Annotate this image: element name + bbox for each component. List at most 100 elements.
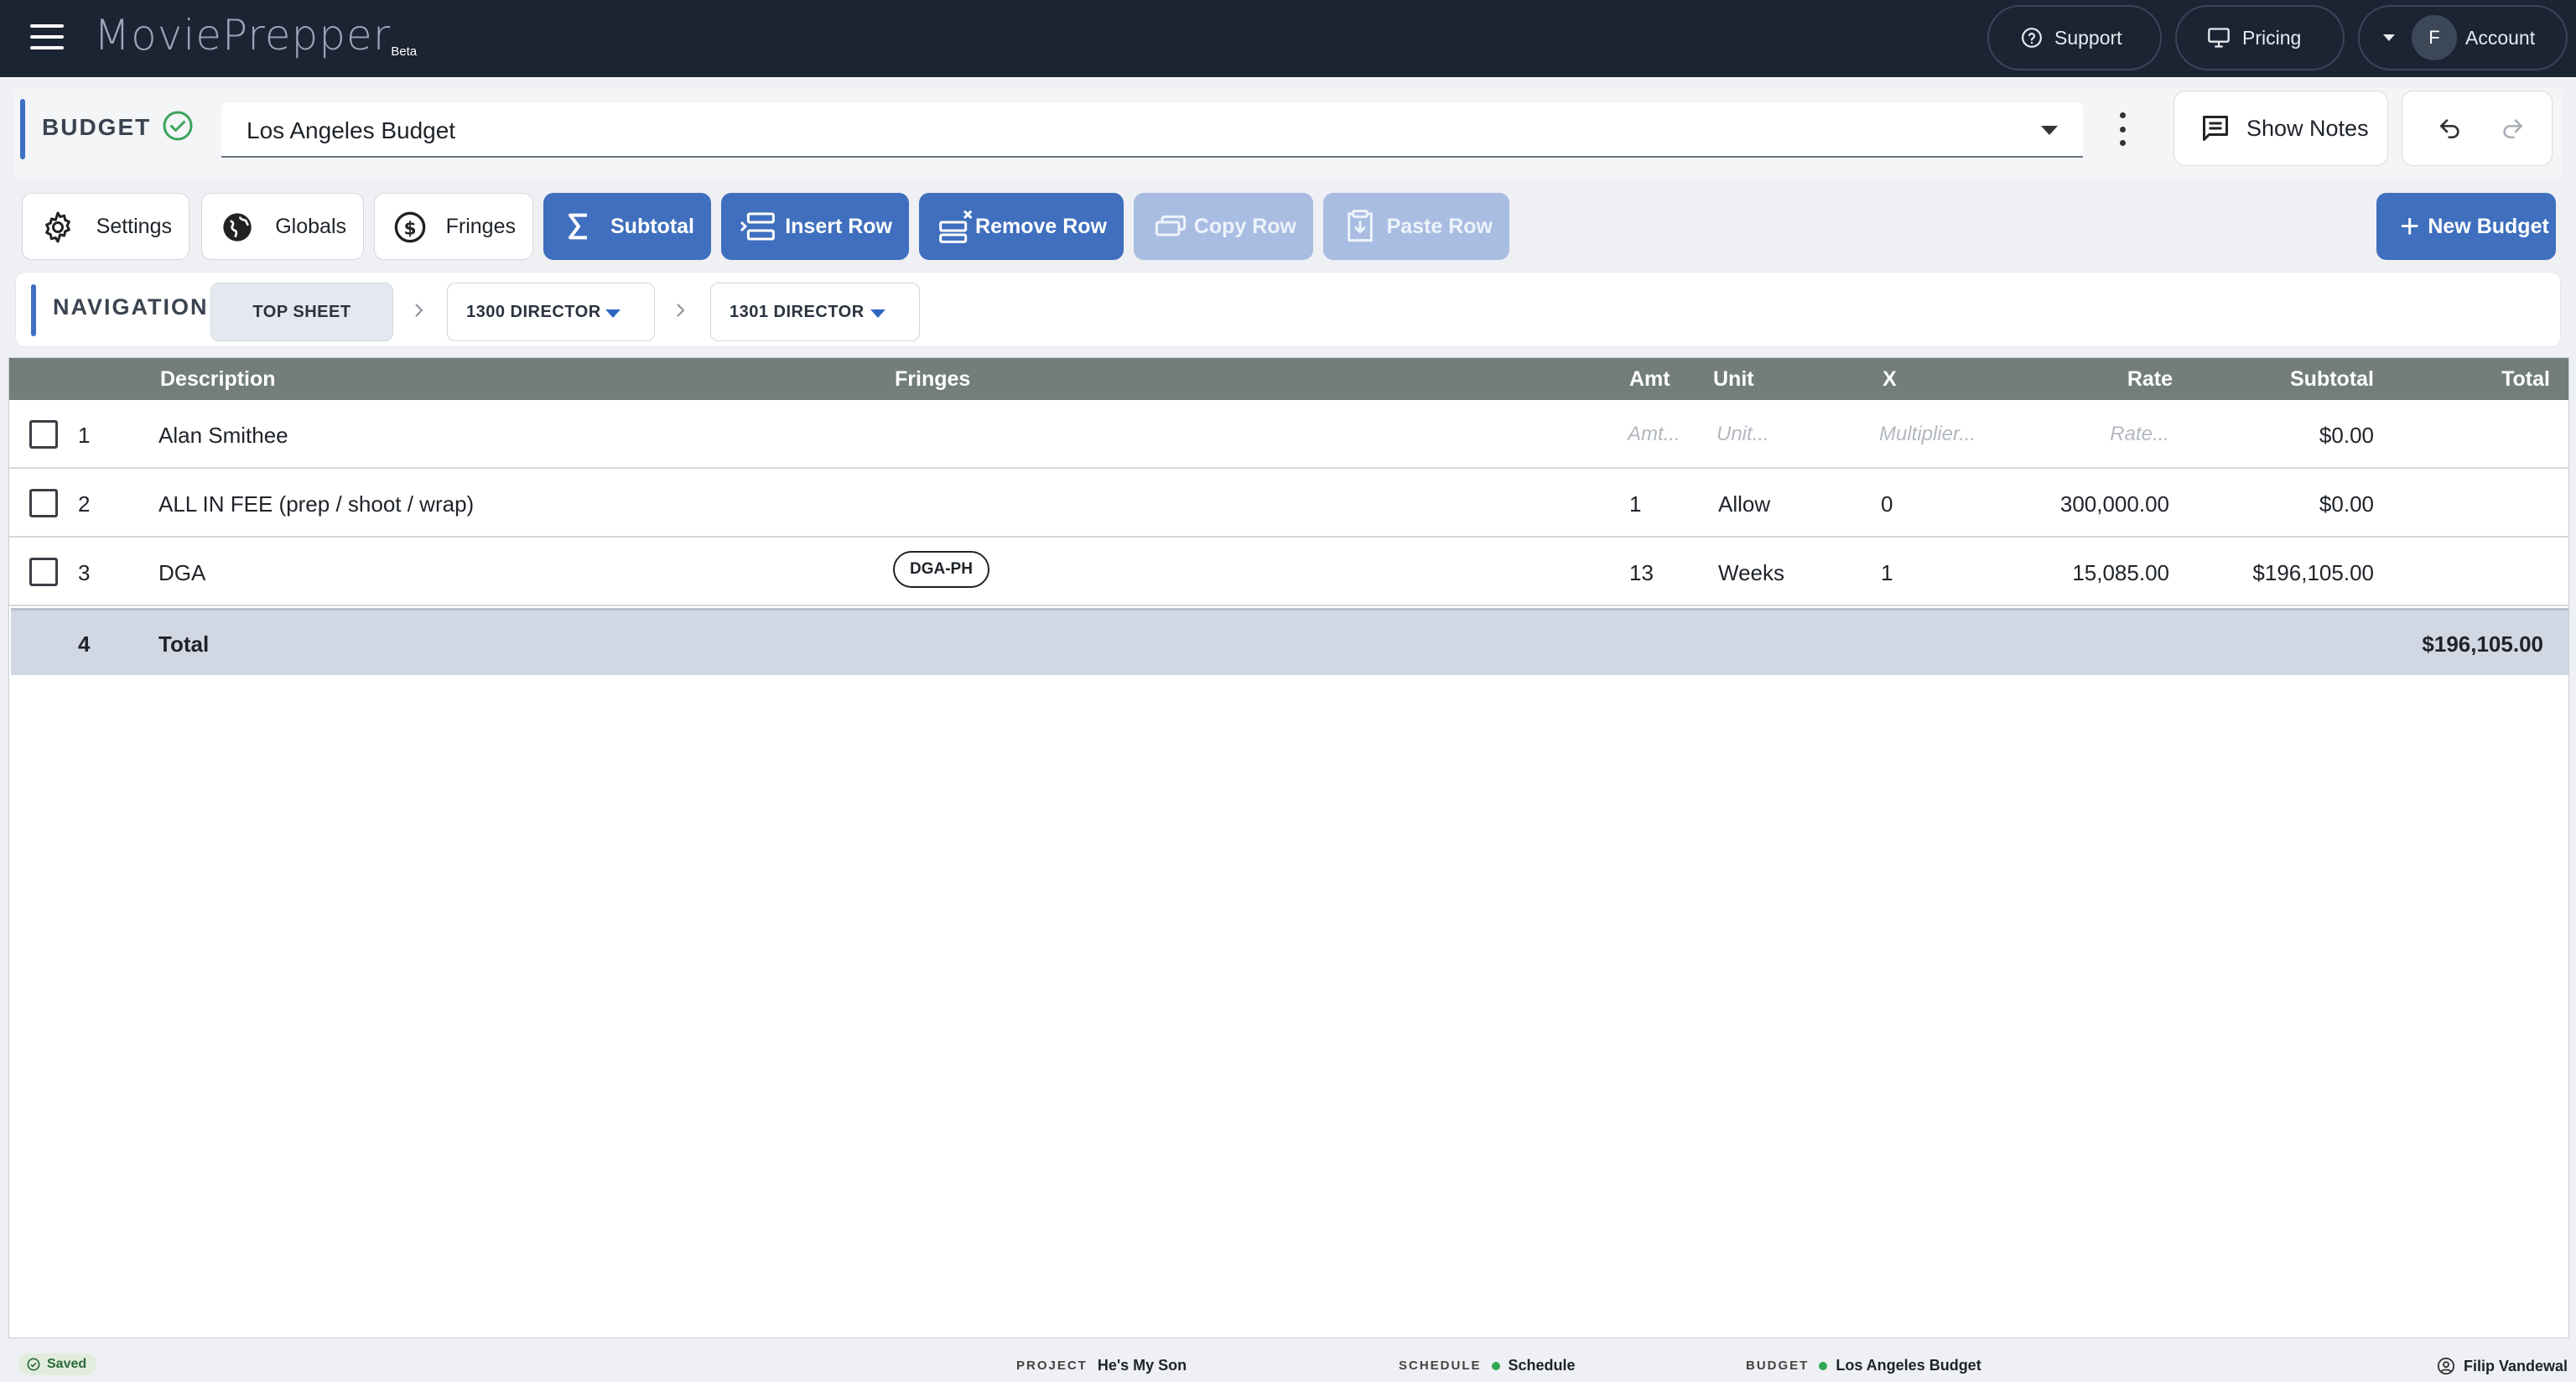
remove-row-label: Remove Row (975, 214, 1107, 238)
column-header-description[interactable]: Description (160, 367, 276, 392)
status-user[interactable]: Filip Vandewal (2437, 1357, 2568, 1375)
breadcrumb-1301-director[interactable]: 1301 DIRECTOR (710, 283, 920, 341)
app-logo[interactable]: MoviePrepper Beta (94, 10, 417, 60)
breadcrumb-label: 1300 DIRECTOR (466, 302, 601, 321)
status-schedule[interactable]: SCHEDULE Schedule (1399, 1357, 1576, 1374)
column-header-x[interactable]: X (1883, 367, 1897, 392)
unit-cell[interactable]: Allow (1718, 491, 1770, 517)
saved-label: Saved (47, 1357, 87, 1371)
more-options-icon[interactable] (2118, 112, 2127, 146)
rate-cell[interactable]: 15,085.00 (2022, 560, 2169, 586)
breadcrumb-top-sheet[interactable]: TOP SHEET (210, 283, 393, 341)
description-cell[interactable]: Alan Smithee (158, 423, 288, 449)
chevron-down-icon (2383, 34, 2395, 41)
undo-icon[interactable] (2436, 115, 2464, 142)
column-header-unit[interactable]: Unit (1713, 367, 1754, 392)
chevron-right-icon (677, 304, 685, 317)
insert-row-icon (740, 212, 775, 241)
row-number: 4 (78, 631, 91, 657)
sigma-icon (569, 213, 587, 240)
subtotal-cell: $0.00 (2319, 491, 2374, 517)
budget-table: Description Fringes Amt Unit X Rate Subt… (8, 357, 2569, 1338)
breadcrumb-1300-director[interactable]: 1300 DIRECTOR (447, 283, 655, 341)
status-bar: Saved PROJECT He's My Son SCHEDULE Sched… (0, 1348, 2576, 1382)
multiplier-cell[interactable]: 1 (1881, 560, 1893, 586)
budget-label: BUDGET (42, 114, 152, 140)
account-menu-button[interactable]: F Account (2358, 5, 2568, 70)
fringes-button[interactable]: $ Fringes (374, 193, 533, 260)
saved-check-icon (163, 111, 193, 141)
logo-text: MoviePrepper (94, 11, 392, 60)
breadcrumb-label: TOP SHEET (252, 302, 351, 321)
table-row[interactable]: 3 DGA DGA-PH 13 Weeks 1 15,085.00 $196,1… (9, 538, 2568, 606)
fringes-label: Fringes (445, 214, 516, 238)
subtotal-cell: $0.00 (2319, 423, 2374, 448)
total-row: 4 Total $196,105.00 (11, 608, 2568, 675)
plus-icon: + (2400, 208, 2420, 245)
pricing-button[interactable]: Pricing (2175, 5, 2345, 70)
support-label: Support (2054, 26, 2122, 49)
globals-button[interactable]: Globals (201, 193, 364, 260)
amt-cell[interactable]: 13 (1629, 560, 1654, 586)
column-header-subtotal[interactable]: Subtotal (2240, 367, 2374, 392)
saved-badge: Saved (18, 1353, 97, 1375)
svg-text:$: $ (403, 218, 416, 239)
row-checkbox[interactable] (29, 420, 58, 449)
column-header-total[interactable]: Total (2441, 367, 2550, 392)
multiplier-cell[interactable]: 0 (1881, 491, 1893, 517)
fringe-tag[interactable]: DGA-PH (893, 551, 989, 588)
schedule-label: SCHEDULE (1399, 1359, 1482, 1373)
description-cell[interactable]: ALL IN FEE (prep / shoot / wrap) (158, 491, 474, 517)
unit-cell[interactable]: Weeks (1718, 560, 1784, 586)
gear-icon (45, 211, 70, 243)
help-circle-icon (2022, 28, 2042, 48)
budget-select[interactable]: Los Angeles Budget (221, 102, 2083, 158)
table-row[interactable]: 2 ALL IN FEE (prep / shoot / wrap) 1 All… (9, 469, 2568, 538)
menu-icon[interactable] (30, 24, 64, 49)
table-header: Description Fringes Amt Unit X Rate Subt… (9, 358, 2568, 400)
notes-icon (2203, 116, 2228, 141)
support-button[interactable]: Support (1987, 5, 2162, 70)
dropdown-arrow-icon (605, 309, 621, 318)
insert-row-label: Insert Row (785, 214, 892, 238)
insert-row-button[interactable]: Insert Row (721, 193, 909, 260)
rate-cell[interactable]: 300,000.00 (2022, 491, 2169, 517)
dollar-circle-icon: $ (394, 211, 426, 243)
copy-row-button[interactable]: Copy Row (1134, 193, 1313, 260)
description-cell[interactable]: DGA (158, 560, 205, 586)
navigation-label: NAVIGATION (53, 294, 209, 320)
status-budget[interactable]: BUDGET Los Angeles Budget (1746, 1357, 1981, 1374)
paste-row-label: Paste Row (1386, 214, 1493, 238)
table-row[interactable]: 1 Alan Smithee Amt... Unit... Multiplier… (9, 400, 2568, 469)
avatar: F (2412, 15, 2457, 60)
column-header-fringes[interactable]: Fringes (895, 367, 970, 392)
globe-icon (223, 213, 252, 242)
row-checkbox[interactable] (29, 489, 58, 517)
settings-label: Settings (96, 214, 172, 238)
column-header-rate[interactable]: Rate (2089, 367, 2173, 392)
rate-placeholder[interactable]: Rate... (2089, 423, 2169, 446)
user-circle-icon (2437, 1357, 2455, 1375)
amt-cell[interactable]: 1 (1629, 491, 1641, 517)
project-label: PROJECT (1016, 1359, 1088, 1373)
column-header-amt[interactable]: Amt (1629, 367, 1670, 392)
row-number: 2 (78, 491, 91, 517)
dropdown-arrow-icon (2041, 126, 2058, 135)
unit-placeholder[interactable]: Unit... (1716, 423, 1769, 446)
new-budget-button[interactable]: + New Budget (2376, 193, 2556, 260)
breadcrumb-label: 1301 DIRECTOR (730, 302, 865, 321)
row-checkbox[interactable] (29, 558, 58, 586)
settings-button[interactable]: Settings (22, 193, 190, 260)
multiplier-placeholder[interactable]: Multiplier... (1879, 423, 1976, 446)
show-notes-button[interactable]: Show Notes (2174, 91, 2388, 166)
subtotal-button[interactable]: Subtotal (543, 193, 711, 260)
navigation-bar: NAVIGATION TOP SHEET 1300 DIRECTOR 1301 … (15, 272, 2561, 347)
amt-placeholder[interactable]: Amt... (1628, 423, 1680, 446)
status-dot-icon (1491, 1361, 1500, 1370)
accent-bar (20, 99, 25, 159)
remove-row-button[interactable]: Remove Row (919, 193, 1124, 260)
status-project[interactable]: PROJECT He's My Son (1016, 1357, 1187, 1374)
monitor-icon (2208, 28, 2230, 48)
redo-icon[interactable] (2498, 115, 2527, 142)
paste-row-button[interactable]: Paste Row (1323, 193, 1509, 260)
